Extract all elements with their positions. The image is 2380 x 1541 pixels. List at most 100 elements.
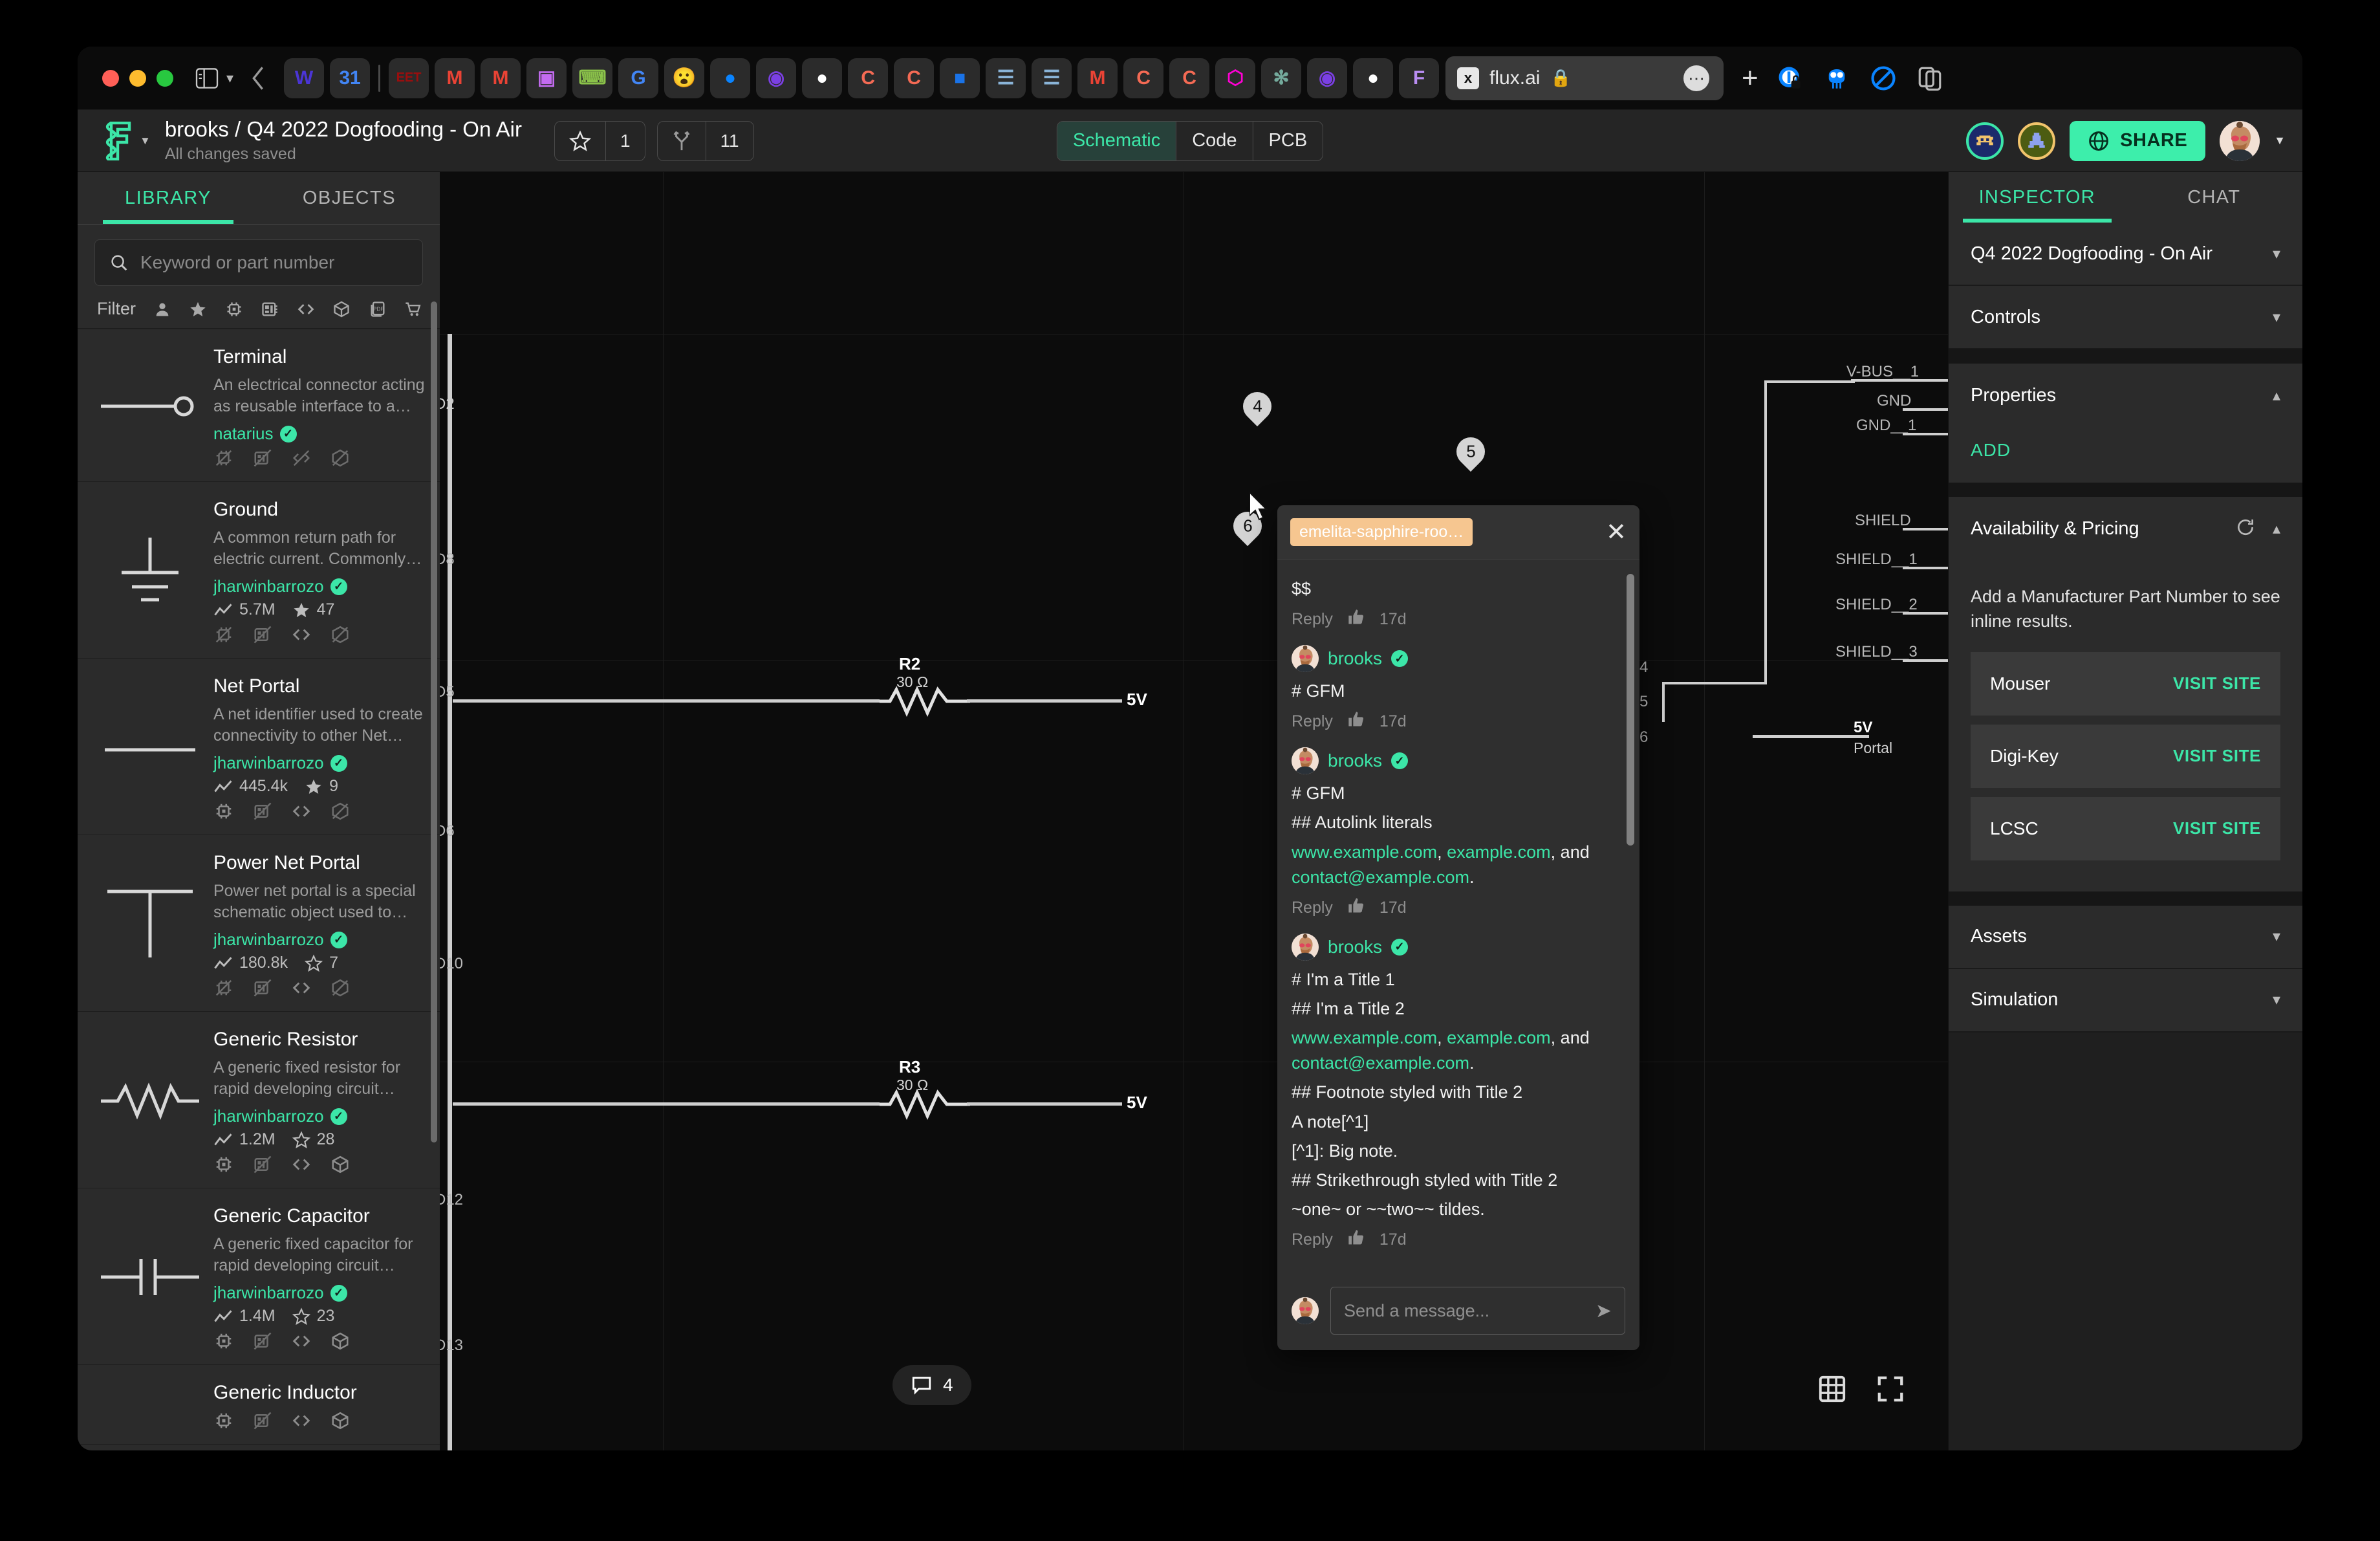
arc-tab[interactable]: ◉ xyxy=(756,58,797,98)
item-badge-icon-3[interactable] xyxy=(330,1154,351,1175)
like-icon[interactable] xyxy=(1347,710,1365,733)
browser-tab-strip[interactable]: W 31 EET M M ▣ ⌨ G 😮 ● ◉ ● C C ■ ☰ ☰ M C C ⬡ ✻ ◉ ● F xyxy=(284,58,1440,98)
item-icon-row[interactable] xyxy=(213,978,427,998)
comment-author-name[interactable]: brooks xyxy=(1328,937,1382,957)
item-author[interactable]: jharwinbarrozo ✓ xyxy=(213,753,427,773)
link[interactable]: contact@example.com xyxy=(1292,1053,1469,1073)
item-icon-row[interactable] xyxy=(213,1331,427,1351)
library-tabs[interactable]: LIBRARY OBJECTS xyxy=(78,172,440,224)
link[interactable]: www.example.com xyxy=(1292,842,1437,862)
coda-tab-3[interactable]: C xyxy=(1123,58,1164,98)
reply-button[interactable]: Reply xyxy=(1292,1230,1333,1249)
like-icon[interactable] xyxy=(1347,1229,1365,1251)
item-badge-icon-2[interactable] xyxy=(291,801,312,822)
chevron-down-icon[interactable]: ▾ xyxy=(2273,927,2280,946)
refresh-icon[interactable] xyxy=(2235,517,2256,541)
link[interactable]: example.com xyxy=(1447,1028,1551,1047)
item-badge-icon-3[interactable] xyxy=(330,978,351,998)
item-badge-icon-0[interactable] xyxy=(213,448,234,468)
item-badge-icon-2[interactable] xyxy=(291,1154,312,1175)
comment-author-row[interactable]: brooks ✓ xyxy=(1292,933,1625,961)
inspector-tabs[interactable]: INSPECTOR CHAT xyxy=(1949,172,2302,223)
item-badge-icon-0[interactable] xyxy=(213,801,234,822)
adblock-icon[interactable] xyxy=(1868,63,1898,93)
net-label[interactable]: 5V xyxy=(1127,690,1147,710)
collaborator-avatar-1[interactable] xyxy=(1966,122,2004,160)
resistor-symbol[interactable] xyxy=(880,1086,970,1122)
pdf-icon[interactable]: PDF xyxy=(368,300,387,319)
item-badge-icon-2[interactable] xyxy=(291,1410,312,1431)
comment-count-badge[interactable]: 4 xyxy=(892,1365,971,1405)
printer-tab-2[interactable]: ☰ xyxy=(1032,58,1072,98)
inspector-project-row[interactable]: Q4 2022 Dogfooding - On Air ▾ xyxy=(1949,223,2302,286)
profile-lock-icon[interactable] xyxy=(1775,63,1805,93)
assets-section[interactable]: Assets ▾ xyxy=(1949,905,2302,969)
close-window-button[interactable] xyxy=(102,69,119,87)
fullscreen-icon[interactable] xyxy=(1869,1368,1912,1410)
comment-actions[interactable]: Reply 17d xyxy=(1292,897,1625,919)
comment-actions[interactable]: Reply 17d xyxy=(1292,710,1625,733)
item-icon-row[interactable] xyxy=(213,801,427,822)
flux-logo-icon[interactable] xyxy=(101,121,135,160)
chevron-down-icon[interactable]: ▾ xyxy=(2273,245,2280,263)
gmail-tab-2[interactable]: M xyxy=(481,58,521,98)
item-badge-icon-0[interactable] xyxy=(213,1331,234,1351)
visit-site-link[interactable]: VISIT SITE xyxy=(2173,746,2261,766)
comment-popup[interactable]: emelita-sapphire-roo… ✕ $$ Reply 17d bro… xyxy=(1277,505,1639,1350)
schematic-canvas[interactable]: D2 D8 D5 D6 D10 D12 D13 R2 30 Ω 5V R3 30… xyxy=(440,172,1948,1450)
calculator-tab[interactable]: ⌨ xyxy=(572,58,613,98)
arc-tab-2[interactable]: ◉ xyxy=(1307,58,1348,98)
link[interactable]: contact@example.com xyxy=(1292,868,1469,887)
visit-site-link[interactable]: VISIT SITE xyxy=(2173,818,2261,838)
add-property-button[interactable]: ADD xyxy=(1971,440,2011,460)
item-badge-icon-0[interactable] xyxy=(213,1154,234,1175)
list-item[interactable]: Generic Resistor A generic fixed resisto… xyxy=(78,1012,440,1188)
comment-scrollbar[interactable] xyxy=(1627,574,1634,846)
item-badge-icon-3[interactable] xyxy=(330,448,351,468)
vendor-row-lcsc[interactable]: LCSC VISIT SITE xyxy=(1971,796,2280,860)
fork-icon[interactable] xyxy=(658,122,706,160)
properties-header[interactable]: Properties ▴ xyxy=(1949,364,2302,427)
chevron-up-icon[interactable]: ▴ xyxy=(2273,386,2280,405)
diamond-tab[interactable]: ⬡ xyxy=(1215,58,1256,98)
message-input[interactable]: Send a message... ➤ xyxy=(1330,1287,1625,1335)
comment-marker[interactable]: 4 xyxy=(1237,386,1278,430)
footprint-icon[interactable] xyxy=(261,300,280,319)
item-badge-icon-0[interactable] xyxy=(213,978,234,998)
new-tab-button[interactable]: + xyxy=(1742,63,1758,93)
sidebar-scrollbar[interactable] xyxy=(431,301,437,1142)
item-badge-icon-3[interactable] xyxy=(330,801,351,822)
tab-code[interactable]: Code xyxy=(1176,121,1252,160)
active-browser-tab[interactable]: x flux.ai 🔒 ⋯ xyxy=(1445,56,1724,100)
item-author[interactable]: natarius ✓ xyxy=(213,424,427,444)
item-author[interactable]: jharwinbarrozo ✓ xyxy=(213,1106,427,1126)
tab-chat[interactable]: CHAT xyxy=(2126,172,2303,223)
item-author[interactable]: jharwinbarrozo ✓ xyxy=(213,576,427,596)
google-tab[interactable]: G xyxy=(618,58,659,98)
editor-mode-tabs[interactable]: Schematic Code PCB xyxy=(1056,120,1324,161)
fork-counter[interactable]: 11 xyxy=(656,120,754,161)
reply-button[interactable]: Reply xyxy=(1292,712,1333,731)
github-tab-2[interactable]: ● xyxy=(1353,58,1394,98)
star-icon[interactable] xyxy=(555,122,605,160)
visit-site-link[interactable]: VISIT SITE xyxy=(2173,673,2261,694)
logo-dropdown-icon[interactable]: ▼ xyxy=(140,135,151,148)
gmail-tab[interactable]: M xyxy=(435,58,475,98)
list-item[interactable]: Generic Inductor xyxy=(78,1365,440,1445)
maximize-window-button[interactable] xyxy=(157,69,173,87)
availability-header[interactable]: Availability & Pricing ▴ xyxy=(1949,497,2302,560)
close-icon[interactable]: ✕ xyxy=(1606,520,1627,545)
tab-menu-icon[interactable]: ⋯ xyxy=(1683,65,1710,91)
item-badge-icon-1[interactable] xyxy=(252,624,273,645)
comment-thread-list[interactable]: $$ Reply 17d brooks ✓ # GFM Reply 17d bro… xyxy=(1277,560,1639,1278)
link[interactable]: www.example.com xyxy=(1292,1028,1437,1047)
item-badge-icon-1[interactable] xyxy=(252,1154,273,1175)
list-item[interactable]: Terminal An electrical connector acting … xyxy=(78,329,440,482)
comment-author-name[interactable]: brooks xyxy=(1328,648,1382,669)
star-icon[interactable] xyxy=(189,300,208,319)
extension-mask-icon[interactable] xyxy=(1822,63,1852,93)
list-item[interactable]: Net Portal A net identifier used to crea… xyxy=(78,659,440,835)
item-icon-row[interactable] xyxy=(213,1154,427,1175)
messenger-tab[interactable]: ● xyxy=(710,58,751,98)
emoji-tab[interactable]: 😮 xyxy=(664,58,705,98)
